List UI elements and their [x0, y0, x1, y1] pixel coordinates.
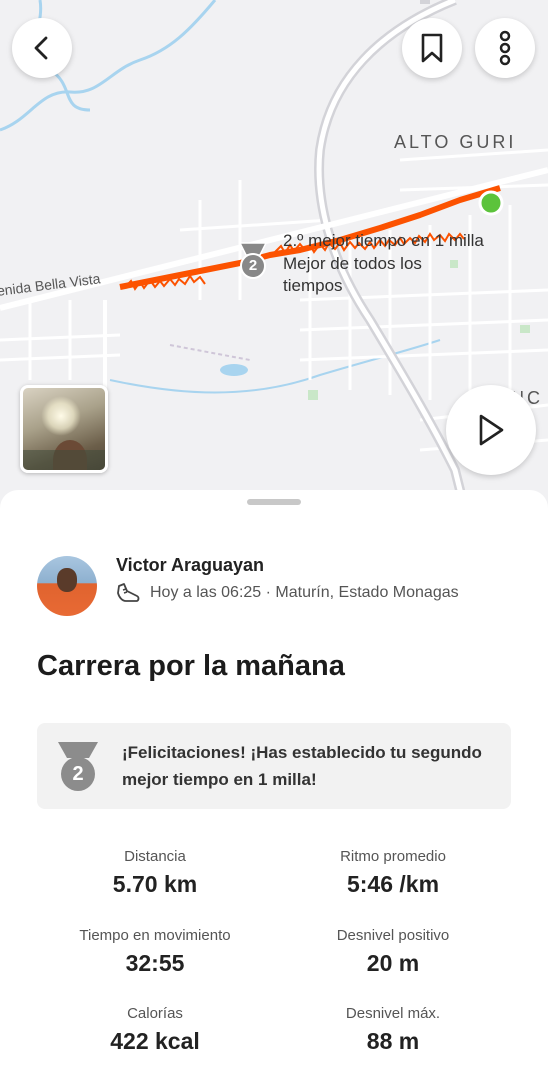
more-options-button[interactable] [475, 18, 535, 78]
back-button[interactable] [12, 18, 72, 78]
route-start-marker [478, 190, 504, 216]
activity-title: Carrera por la mañana [37, 650, 345, 682]
segment-note-line-1: 2.º mejor tiempo en 1 milla [283, 231, 484, 250]
stat-value: 32:55 [125, 950, 185, 976]
stat-label: Calorías [127, 1005, 183, 1022]
segment-note-line-2: Mejor de todos los [283, 254, 422, 273]
chevron-left-icon [34, 36, 48, 60]
stat-value: 88 m [366, 1028, 420, 1054]
stat-calories: Calorías 422 kcal [35, 1005, 275, 1055]
achievement-medal-icon: 2 [55, 740, 101, 794]
more-vertical-icon [499, 30, 511, 66]
activity-details-sheet[interactable]: Victor Araguayan Hoy a las 06:25 · Matur… [0, 490, 548, 1080]
stat-elevation-gain: Desnivel positivo 20 m [273, 927, 513, 977]
achievement-medal-rank: 2 [72, 763, 84, 785]
sheet-drag-handle[interactable] [247, 499, 301, 505]
place-label: ALTO GURI [394, 132, 517, 152]
achievement-text: ¡Felicitaciones! ¡Has establecido tu seg… [122, 743, 482, 789]
athlete-name[interactable]: Victor Araguayan [116, 555, 264, 576]
stat-avg-pace: Ritmo promedio 5:46 /km [273, 848, 513, 898]
play-icon [479, 414, 504, 446]
avatar[interactable] [37, 556, 97, 616]
stat-label: Distancia [124, 848, 186, 865]
activity-datetime-location: Hoy a las 06:25 · Maturín, Estado Monaga… [150, 584, 459, 601]
stat-value: 422 kcal [110, 1028, 200, 1054]
activity-photo-thumbnail[interactable] [20, 385, 108, 473]
activity-meta: Hoy a las 06:25 · Maturín, Estado Monaga… [116, 582, 459, 604]
stat-value: 5.70 km [112, 871, 198, 897]
segment-medal-icon[interactable]: 2 [236, 241, 270, 281]
stat-max-elevation: Desnivel máx. 88 m [273, 1005, 513, 1055]
stat-label: Desnivel máx. [345, 1005, 441, 1022]
stat-label: Ritmo promedio [340, 848, 446, 865]
stat-moving-time: Tiempo en movimiento 32:55 [35, 927, 275, 977]
stat-label: Desnivel positivo [336, 927, 450, 944]
route-map[interactable]: enida Bella Vista ALTO GURI NC 2 2.º mej… [0, 0, 548, 530]
running-shoe-icon [117, 583, 140, 602]
stat-value: 5:46 /km [346, 871, 440, 897]
stat-label: Tiempo en movimiento [79, 927, 231, 944]
play-flyover-button[interactable] [446, 385, 536, 475]
stat-distance: Distancia 5.70 km [35, 848, 275, 898]
segment-note-line-3: tiempos [283, 276, 343, 295]
bookmark-button[interactable] [402, 18, 462, 78]
stat-value: 20 m [366, 950, 420, 976]
achievement-banner[interactable]: 2 ¡Felicitaciones! ¡Has establecido tu s… [37, 723, 511, 809]
bookmark-icon [421, 33, 443, 63]
segment-medal-rank: 2 [248, 257, 258, 274]
